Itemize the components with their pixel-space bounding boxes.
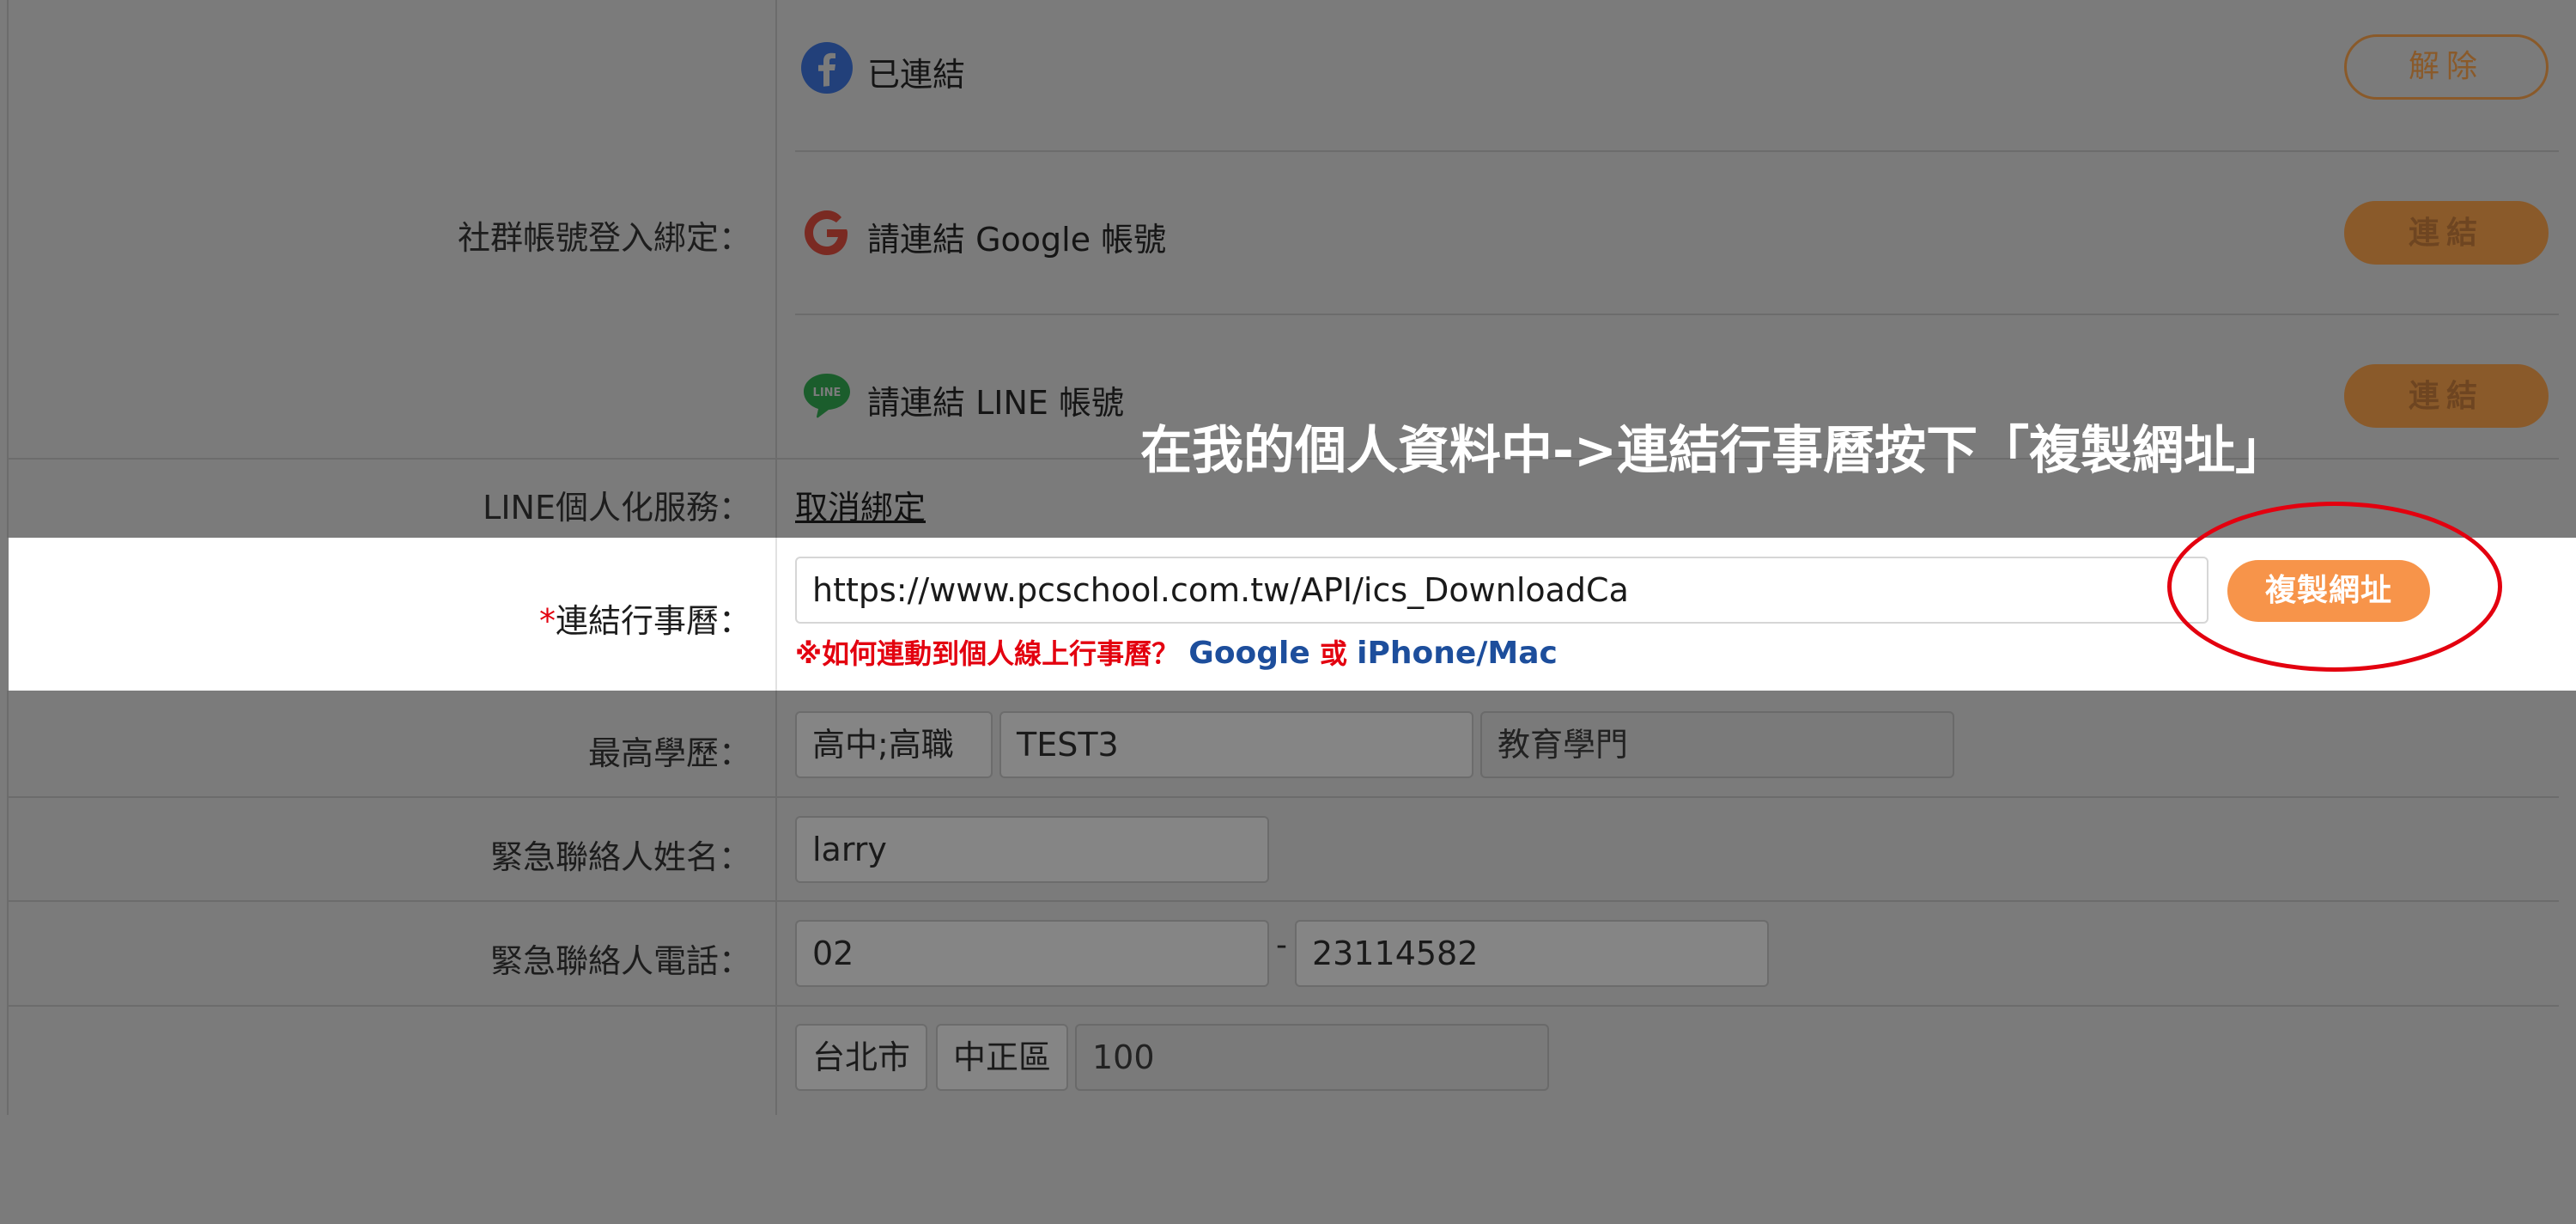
annotation-text: 在我的個人資料中->連結行事曆按下「複製網址」 xyxy=(1140,421,2287,481)
facebook-icon xyxy=(800,41,854,94)
google-icon xyxy=(800,206,854,259)
help-prefix: ※如何連動到個人線上行事曆？ xyxy=(795,637,1180,670)
required-mark: * xyxy=(538,602,556,640)
google-link-button[interactable]: 連結 xyxy=(2344,201,2549,265)
google-status: 請連結 Google 帳號 xyxy=(867,221,1167,259)
phone-dash: - xyxy=(1276,928,1287,963)
facebook-unlink-button[interactable]: 解除 xyxy=(2344,34,2549,100)
education-label: 最高學歷： xyxy=(587,734,751,772)
education-level-select[interactable]: 高中;高職 xyxy=(795,711,993,778)
line-status: 請連結 LINE 帳號 xyxy=(867,384,1124,422)
city-select[interactable]: 台北市 xyxy=(795,1024,927,1091)
zip-field: 100 xyxy=(1075,1024,1549,1091)
divider xyxy=(795,314,2559,315)
highlight-ellipse xyxy=(2167,502,2502,672)
bottom-blank xyxy=(0,1115,2576,1224)
unbind-link[interactable]: 取消綁定 xyxy=(795,481,926,528)
department-field: 教育學門 xyxy=(1480,711,1954,778)
svg-text:LINE: LINE xyxy=(813,387,841,399)
row-divider xyxy=(7,1005,2559,1007)
calendar-help: ※如何連動到個人線上行事曆？ Google 或 iPhone/Mac xyxy=(795,632,1558,672)
phone-number-input[interactable]: 23114582 xyxy=(1295,920,1769,987)
emergency-phone-label: 緊急聯絡人電話： xyxy=(489,942,751,980)
emergency-name-input[interactable]: larry xyxy=(795,816,1269,883)
line-icon: LINE xyxy=(800,369,854,423)
line-service-label: LINE個人化服務： xyxy=(483,489,751,527)
social-binding-label: 社群帳號登入綁定： xyxy=(457,219,751,257)
calendar-label-border xyxy=(775,538,777,691)
calendar-label: *連結行事曆： xyxy=(539,594,751,642)
help-google-link[interactable]: Google xyxy=(1188,636,1310,671)
divider xyxy=(795,150,2559,152)
row-divider xyxy=(7,900,2559,902)
line-link-button[interactable]: 連結 xyxy=(2344,364,2549,428)
row-divider xyxy=(7,796,2559,798)
school-input[interactable]: TEST3 xyxy=(999,711,1473,778)
emergency-name-label: 緊急聯絡人姓名： xyxy=(489,838,751,876)
district-select[interactable]: 中正區 xyxy=(936,1024,1068,1091)
facebook-status: 已連結 xyxy=(867,56,966,94)
calendar-label-text: 連結行事曆： xyxy=(555,602,751,640)
help-iphone-link[interactable]: iPhone/Mac xyxy=(1357,636,1558,671)
help-or: 或 xyxy=(1319,637,1347,670)
phone-area-input[interactable]: 02 xyxy=(795,920,1269,987)
calendar-url-input[interactable]: https://www.pcschool.com.tw/API/ics_Down… xyxy=(795,557,2208,624)
